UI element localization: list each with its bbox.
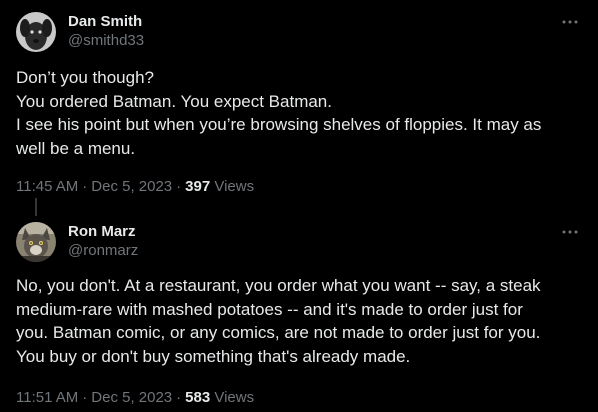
views-count: 397 [185, 178, 211, 195]
avatar[interactable] [16, 222, 56, 262]
tweet-text-line: well be a menu. [16, 138, 136, 158]
tweet-text-line: You buy or don't buy something that's al… [16, 346, 411, 366]
tweet-meta: 11:45 AM · Dec 5, 2023 · 397 Views [16, 177, 254, 196]
avatar[interactable] [16, 12, 56, 52]
dog-avatar-icon [16, 12, 56, 52]
separator-dot: · [82, 178, 88, 195]
separator-dot: · [176, 178, 182, 195]
tweet-text-line: I see his point but when you’re browsing… [16, 115, 542, 134]
views-label: Views [214, 178, 255, 195]
user-handle[interactable]: @ronmarz [68, 241, 138, 260]
more-horizontal-icon[interactable] [560, 12, 580, 32]
tweet-text: No, you don't. At a restaurant, you orde… [16, 274, 582, 368]
tweet[interactable]: Ron Marz @ronmarz No, you don't. At a re… [0, 198, 598, 412]
thread-connector [35, 198, 37, 216]
separator-dot: · [82, 389, 88, 406]
tweet-date[interactable]: Dec 5, 2023 [91, 178, 172, 195]
tweet-text-line: You ordered Batman. You expect Batman. [16, 91, 332, 111]
tweet-time[interactable]: 11:45 AM [16, 178, 78, 195]
tweet-text: Don’t you though? You ordered Batman. Yo… [16, 66, 582, 160]
views-count: 583 [185, 389, 211, 406]
display-name[interactable]: Dan Smith [68, 12, 144, 31]
more-horizontal-icon[interactable] [560, 222, 580, 242]
tweet-text-line: No, you don't. At a restaurant, you orde… [16, 276, 541, 295]
tweet[interactable]: Dan Smith @smithd33 Don’t you though? Yo… [0, 0, 598, 198]
tweet-meta: 11:51 AM · Dec 5, 2023 · 583 Views [16, 388, 254, 407]
tweet-text-line: you. Batman comic, or any comics, are no… [16, 323, 541, 342]
separator-dot: · [176, 389, 182, 406]
tweet-time[interactable]: 11:51 AM [16, 389, 78, 406]
user-handle[interactable]: @smithd33 [68, 31, 144, 50]
tweet-date[interactable]: Dec 5, 2023 [91, 389, 172, 406]
views-label: Views [214, 389, 255, 406]
display-name[interactable]: Ron Marz [68, 222, 138, 241]
cat-avatar-icon [16, 222, 56, 262]
tweet-text-line: medium-rare with mashed potatoes -- and … [16, 299, 523, 319]
tweet-text-line: Don’t you though? [16, 68, 154, 87]
